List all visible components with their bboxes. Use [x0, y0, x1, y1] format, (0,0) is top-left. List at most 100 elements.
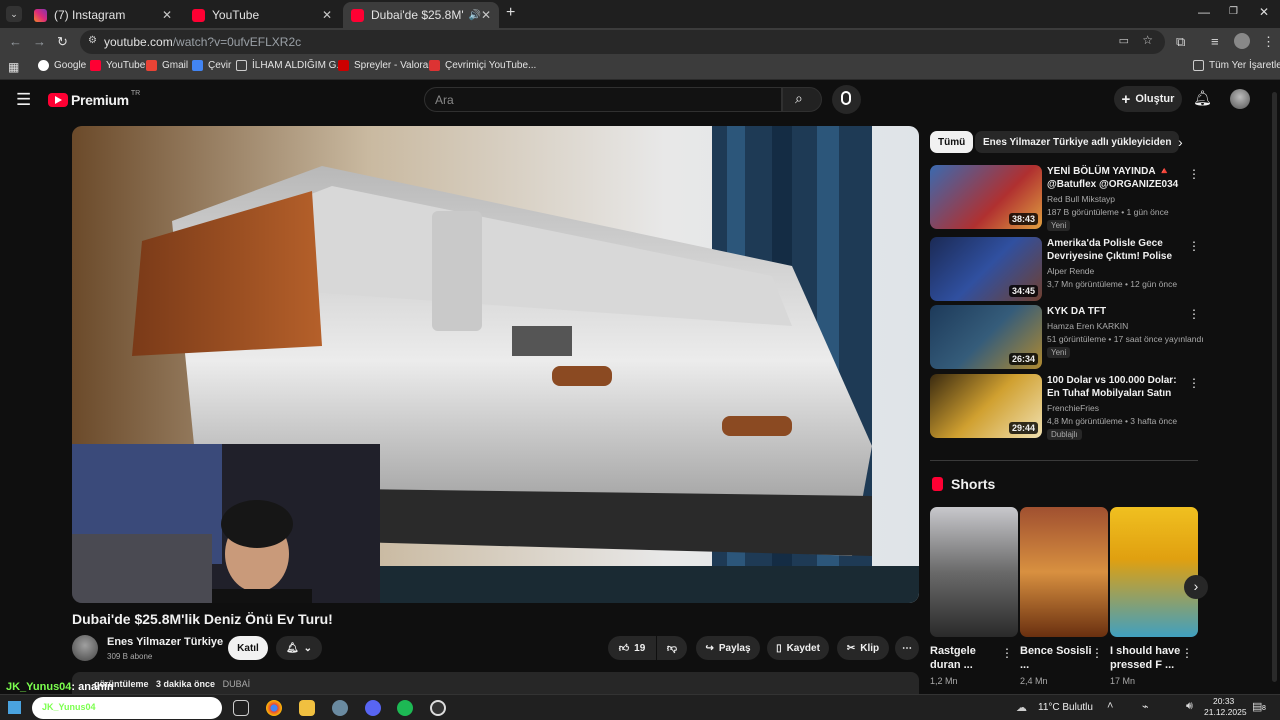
youtube-logo[interactable]: Premium TR	[48, 90, 140, 108]
google-icon	[38, 60, 49, 71]
chip-all[interactable]: Tümü	[930, 131, 974, 153]
all-bookmarks[interactable]: Tüm Yer İşaretleri	[1193, 60, 1280, 71]
clip-button[interactable]: ✂ Klip	[837, 636, 889, 660]
recommended-video[interactable]: 26:34 KYK DA TFT Hamza Eren KARKIN 51 gö…	[930, 305, 1204, 369]
hamburger-menu-icon[interactable]: ☰	[16, 90, 31, 110]
url-path: /watch?v=0ufvEFLXR2c	[172, 35, 302, 49]
weather-icon[interactable]: ☁	[1016, 701, 1027, 714]
file-explorer-icon[interactable]	[299, 700, 315, 716]
app-icon[interactable]	[332, 700, 348, 716]
voice-search-button[interactable]	[832, 85, 861, 114]
new-badge: Yeni	[1047, 220, 1071, 231]
restore-icon[interactable]: ❐	[1229, 6, 1238, 17]
tab-search-icon[interactable]: ⌄	[6, 6, 22, 22]
more-vertical-icon[interactable]: ⋮	[1181, 646, 1193, 660]
task-view-icon[interactable]	[233, 700, 249, 716]
chrome-icon[interactable]	[266, 700, 282, 716]
more-actions-button[interactable]: ⋯	[895, 636, 919, 660]
account-avatar[interactable]	[1230, 89, 1250, 109]
speaker-icon[interactable]: 🔊	[468, 10, 480, 21]
channel-name: FrenchieFries	[1047, 403, 1099, 413]
spotify-icon[interactable]	[397, 700, 413, 716]
minimize-icon[interactable]: —	[1198, 5, 1210, 19]
close-window-icon[interactable]: ✕	[1259, 5, 1269, 19]
bookmark-folder[interactable]: İLHAM ALDIĞIM G...	[236, 60, 345, 71]
save-button[interactable]: ▯ Kaydet	[767, 636, 829, 660]
chevron-right-icon[interactable]: ›	[1178, 134, 1183, 150]
menu-kebab-icon[interactable]: ⋮	[1262, 34, 1275, 50]
more-vertical-icon[interactable]: ⋮	[1188, 239, 1200, 253]
cast-icon[interactable]: ▭	[1119, 34, 1129, 47]
page-scrollbar[interactable]	[1272, 92, 1277, 682]
tray-chevron-icon[interactable]: ˄	[1107, 700, 1113, 712]
channel-name[interactable]: Enes Yilmazer Türkiye	[107, 636, 223, 648]
more-vertical-icon[interactable]: ⋮	[1091, 646, 1103, 660]
dislike-button[interactable]: 👎︎	[657, 636, 687, 660]
short-views: 2,4 Mn	[1020, 676, 1048, 686]
bookmark-translate[interactable]: Çevir	[192, 60, 231, 71]
tab-youtube[interactable]: YouTube ✕	[184, 2, 340, 28]
search-button[interactable]: ⌕	[782, 87, 822, 112]
back-icon[interactable]: ←	[9, 34, 22, 49]
video-player[interactable]	[72, 126, 919, 603]
short-title[interactable]: Rastgele duran ...	[930, 644, 1005, 672]
more-vertical-icon[interactable]: ⋮	[1188, 307, 1200, 321]
bookmark-valorant[interactable]: Spreyler - Valorant	[338, 60, 437, 71]
shorts-next-button[interactable]: ›	[1184, 575, 1208, 599]
tab-video[interactable]: Dubai'de $25.8M'lik Deniz Ö 🔊 ✕	[343, 2, 499, 28]
discord-icon[interactable]	[365, 700, 381, 716]
short-title[interactable]: I should have pressed F ...	[1110, 644, 1185, 672]
bookmark-gmail[interactable]: Gmail	[146, 60, 188, 71]
share-button[interactable]: ↪ Paylaş	[696, 636, 760, 660]
valorant-icon	[338, 60, 349, 71]
gmail-icon	[146, 60, 157, 71]
recommended-video[interactable]: 29:44 100 Dolar vs 100.000 Dolar: En Tuh…	[930, 374, 1200, 440]
tab-instagram[interactable]: (7) Instagram ✕	[26, 2, 180, 28]
address-bar[interactable]: ⚙ youtube.com/watch?v=0ufvEFLXR2c ▭ ☆	[80, 30, 1165, 54]
chip-from-uploader[interactable]: Enes Yilmazer Türkiye adlı yükleyiciden	[975, 131, 1180, 153]
subscribed-bell-button[interactable]: 🔔︎ ⌄	[276, 636, 322, 660]
short-title[interactable]: Bence Sosisli ...	[1020, 644, 1095, 672]
join-button[interactable]: Katıl	[228, 636, 268, 660]
channel-avatar[interactable]	[72, 635, 98, 661]
profile-avatar[interactable]	[1234, 33, 1250, 49]
notifications-bell-icon[interactable]: 🔔︎	[1193, 89, 1212, 107]
bookmark-youtube[interactable]: YouTube	[90, 60, 145, 71]
close-tab-icon[interactable]: ✕	[481, 8, 491, 22]
apps-grid-icon[interactable]: ▦	[8, 60, 19, 74]
recommended-video[interactable]: 34:45 Amerika'da Polisle Gece Devriyesin…	[930, 237, 1200, 301]
extensions-icon[interactable]: ⧉	[1176, 34, 1185, 50]
video-thumbnail: 38:43	[930, 165, 1042, 229]
clock-date[interactable]: 21.12.2025	[1204, 707, 1247, 717]
more-vertical-icon[interactable]: ⋮	[1188, 167, 1200, 181]
duration-badge: 34:45	[1008, 285, 1038, 297]
volume-icon[interactable]: 🔊︎	[1186, 700, 1193, 713]
weather-text[interactable]: 11°C Bulutlu	[1038, 702, 1093, 713]
description-box[interactable]: görüntüleme 3 dakika önce DUBAİ	[72, 672, 919, 696]
new-tab-button[interactable]: +	[506, 4, 515, 22]
bookmark-online-youtube[interactable]: Çevrimiçi YouTube...	[429, 60, 536, 71]
short-thumbnail[interactable]	[1110, 507, 1198, 637]
taskbar-search[interactable]: JK_Yunus04	[32, 697, 222, 719]
network-icon[interactable]: ⌁	[1142, 700, 1149, 713]
notification-icon[interactable]: ▤	[1252, 700, 1262, 713]
start-icon[interactable]	[8, 701, 21, 714]
more-vertical-icon[interactable]: ⋮	[1001, 646, 1013, 660]
short-thumbnail[interactable]	[930, 507, 1018, 637]
site-info-icon[interactable]: ⚙	[88, 35, 97, 46]
forward-icon[interactable]: →	[33, 34, 46, 49]
search-input[interactable]: Ara	[424, 87, 782, 112]
bookmark-star-icon[interactable]: ☆	[1142, 33, 1153, 47]
reload-icon[interactable]: ↻	[57, 34, 68, 50]
create-button[interactable]: + Oluştur	[1114, 86, 1182, 112]
more-vertical-icon[interactable]: ⋮	[1188, 376, 1200, 390]
short-thumbnail[interactable]	[1020, 507, 1108, 637]
clock-time[interactable]: 20:33	[1213, 696, 1234, 706]
close-tab-icon[interactable]: ✕	[162, 8, 172, 22]
bookmark-google[interactable]: Google	[38, 60, 86, 71]
obs-icon[interactable]	[430, 700, 446, 716]
close-tab-icon[interactable]: ✕	[322, 8, 332, 22]
media-icon[interactable]: ≡	[1211, 34, 1219, 49]
recommended-video[interactable]: 38:43 YENİ BÖLÜM YAYINDA 🔺 @Batuflex @OR…	[930, 165, 1200, 231]
like-button[interactable]: 👍︎ 19	[608, 636, 656, 660]
